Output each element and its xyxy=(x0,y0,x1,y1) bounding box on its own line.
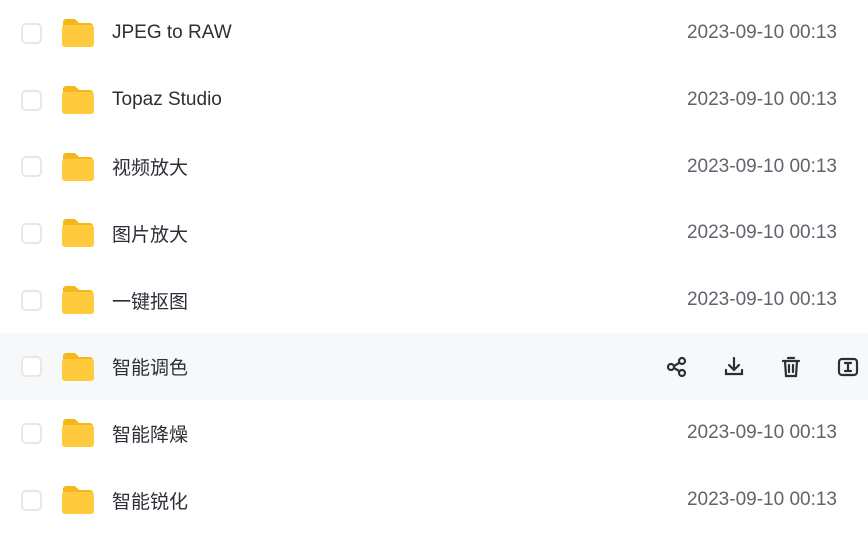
row-checkbox[interactable] xyxy=(21,222,42,244)
row-checkbox[interactable] xyxy=(21,89,42,111)
file-name[interactable]: 图片放大 xyxy=(112,220,188,247)
file-name[interactable]: 智能降燥 xyxy=(112,420,188,447)
folder-icon xyxy=(61,352,95,382)
folder-icon xyxy=(61,218,95,248)
modified-time: 2023-09-10 00:13 xyxy=(686,289,837,311)
row-checkbox[interactable] xyxy=(21,422,42,444)
file-name[interactable]: Topaz Studio xyxy=(112,89,222,111)
folder-icon xyxy=(61,285,95,315)
file-name[interactable]: 智能锐化 xyxy=(112,487,188,514)
download-icon[interactable] xyxy=(722,355,746,379)
file-row[interactable]: 一键抠图 2023-09-10 00:13 xyxy=(0,267,868,334)
delete-icon[interactable] xyxy=(779,355,803,379)
row-checkbox[interactable] xyxy=(21,356,42,378)
folder-icon xyxy=(61,18,95,48)
modified-time: 2023-09-10 00:13 xyxy=(686,489,837,511)
file-name[interactable]: 智能调色 xyxy=(112,353,188,380)
modified-time: 2023-09-10 00:13 xyxy=(686,89,837,111)
file-row[interactable]: 智能调色 xyxy=(0,333,868,401)
modified-time: 2023-09-10 00:13 xyxy=(686,222,837,244)
file-name[interactable]: 一键抠图 xyxy=(112,287,188,314)
row-checkbox[interactable] xyxy=(21,156,42,178)
folder-icon xyxy=(61,485,95,515)
modified-time: 2023-09-10 00:13 xyxy=(686,422,837,444)
file-name[interactable]: JPEG to RAW xyxy=(112,22,232,44)
row-checkbox[interactable] xyxy=(21,289,42,311)
folder-icon xyxy=(61,418,95,448)
folder-icon xyxy=(61,85,95,115)
file-row[interactable]: 视频放大 2023-09-10 00:13 xyxy=(0,133,868,200)
file-row[interactable]: Topaz Studio 2023-09-10 00:13 xyxy=(0,67,868,134)
row-checkbox[interactable] xyxy=(21,489,42,511)
file-row[interactable]: 智能降燥 2023-09-10 00:13 xyxy=(0,400,868,467)
share-icon[interactable] xyxy=(665,355,689,379)
modified-time: 2023-09-10 00:13 xyxy=(686,22,837,44)
rename-icon[interactable] xyxy=(836,355,860,379)
file-name[interactable]: 视频放大 xyxy=(112,153,188,180)
file-row[interactable]: JPEG to RAW 2023-09-10 00:13 xyxy=(0,0,868,67)
file-row[interactable]: 图片放大 2023-09-10 00:13 xyxy=(0,200,868,267)
folder-icon xyxy=(61,152,95,182)
row-actions xyxy=(665,355,860,379)
modified-time: 2023-09-10 00:13 xyxy=(686,155,837,177)
row-checkbox[interactable] xyxy=(21,22,42,44)
file-list: JPEG to RAW 2023-09-10 00:13 Topaz Studio… xyxy=(0,0,868,534)
file-row[interactable]: 智能锐化 2023-09-10 00:13 xyxy=(0,467,868,534)
